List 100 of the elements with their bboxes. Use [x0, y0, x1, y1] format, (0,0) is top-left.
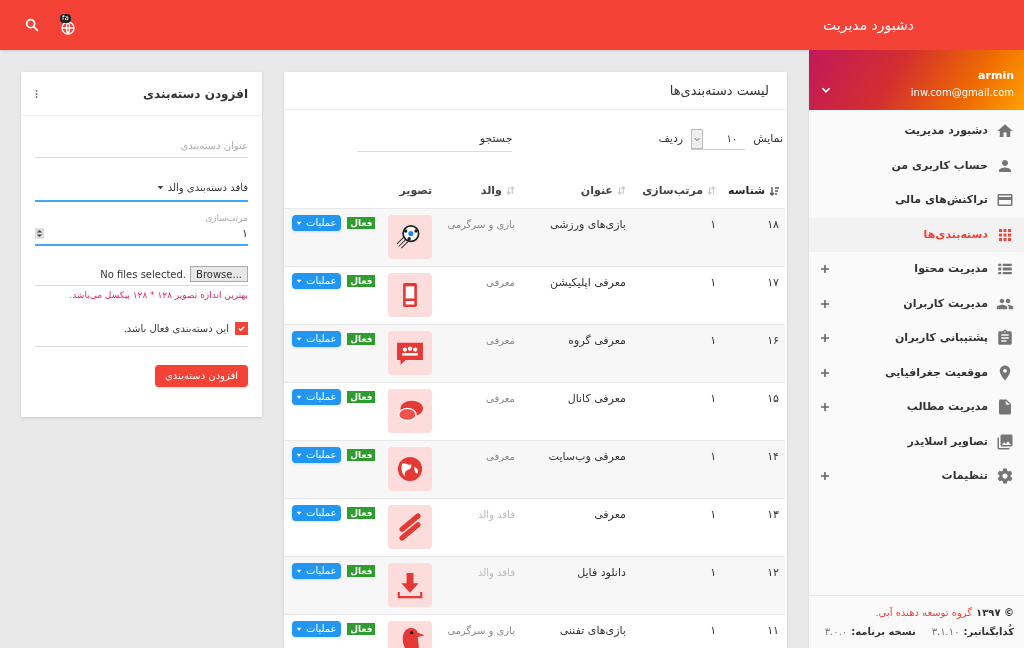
table-cell: معرفی — [438, 382, 521, 440]
table-cell: ۱۷ — [722, 266, 785, 324]
version-label: نسخه برنامه: — [851, 625, 916, 639]
card-title: افزودن دسته‌بندی — [143, 85, 248, 103]
card-title: لیست دسته‌بندی‌ها — [669, 81, 769, 100]
menu-item[interactable]: موقعیت جغرافیایی — [809, 355, 1024, 390]
table-cell: ۱۲ — [722, 556, 785, 614]
spinner-icon — [35, 228, 44, 240]
app-version: ۳.۰.۰ — [824, 625, 848, 639]
table-cell: معرفی کانال — [520, 382, 632, 440]
menu-item[interactable]: پشتیبانی کاربران — [809, 321, 1024, 356]
plus-icon[interactable] — [821, 265, 829, 274]
page-size-select[interactable]: ۱۰ — [691, 128, 746, 151]
coder-label: کُدایگناتیر: — [963, 624, 1014, 639]
settings-icon — [996, 467, 1014, 486]
table-cell: معرفی — [438, 440, 521, 498]
table-cell: معرفی — [438, 324, 521, 382]
table-cell: بازی‌های ورزشی — [520, 208, 632, 266]
add-category-button[interactable]: افزودن دسته‌بندی — [155, 364, 248, 387]
caret-icon — [296, 451, 302, 458]
search-icon[interactable] — [24, 17, 40, 33]
document-icon — [996, 398, 1014, 417]
status-badge: فعال — [347, 564, 376, 577]
status-badge: فعال — [347, 274, 376, 287]
plus-icon[interactable] — [821, 299, 829, 308]
status-badge: فعال — [347, 448, 376, 461]
caret-icon — [296, 277, 302, 284]
search-field[interactable]: جستجو — [357, 126, 513, 153]
menu-item[interactable]: حساب کاربری من — [809, 148, 1024, 183]
table-cell: معرفی اپلیکیشن — [520, 266, 632, 324]
plus-icon[interactable] — [821, 472, 829, 481]
copyright-text: © ۱۳۹۷ — [976, 606, 1014, 620]
caret-icon — [296, 335, 302, 342]
coder-version: ۳.۱.۱۰ — [931, 625, 960, 639]
company-link[interactable]: گروه توسعه دهنده آبی. — [875, 605, 973, 620]
active-label: این دسته‌بندی فعال باشد. — [123, 321, 229, 336]
column-header[interactable]: والد — [438, 174, 521, 208]
menu-item[interactable]: مدیریت کاربران — [809, 286, 1024, 321]
image-size-hint: بهترین اندازه تصویر ۱۲۸ * ۱۲۸ پیکسل می‌باشد. — [68, 289, 248, 302]
table-cell: معرفی وب‌سایت — [520, 440, 632, 498]
table-cell: ۱ — [631, 498, 723, 556]
status-badge: فعال — [347, 216, 376, 229]
plus-icon[interactable] — [821, 403, 829, 412]
status-badge: فعال — [347, 332, 376, 345]
table-cell: فاقد والد — [438, 556, 521, 614]
table-cell: بازی و سرگرمی — [438, 208, 521, 266]
no-file-text: No files selected. — [99, 267, 187, 282]
plus-icon[interactable] — [821, 368, 829, 377]
status-badge: فعال — [347, 506, 376, 519]
sort-icon — [707, 186, 717, 195]
show-label: نمایش — [753, 130, 783, 147]
caret-icon — [296, 567, 302, 574]
checkmark-icon — [237, 323, 246, 333]
sort-descending-icon — [769, 185, 779, 196]
table-cell: ۱۵ — [722, 382, 785, 440]
browse-button[interactable]: Browse... — [190, 266, 248, 282]
table-cell: ۱ — [631, 614, 723, 648]
photos-icon — [996, 432, 1014, 451]
table-cell: ۱ — [631, 556, 723, 614]
sort-icon — [505, 186, 515, 195]
app-title: دشبورد مدیریت — [823, 15, 914, 36]
table-cell: بازی‌های تفننی — [520, 614, 632, 648]
parent-select[interactable]: فاقد دسته‌بندی والد — [35, 174, 248, 202]
table-cell: معرفی گروه — [520, 324, 632, 382]
caret-icon — [296, 219, 302, 226]
menu-item[interactable]: دشبورد مدیریت — [809, 114, 1024, 149]
column-header[interactable]: عنوان — [520, 174, 632, 208]
table-cell: ۱۸ — [722, 208, 785, 266]
menu-item[interactable]: مدیریت محتوا — [809, 252, 1024, 287]
user-email: inw.com@gmail.com — [910, 85, 1014, 100]
table-cell: معرفی — [520, 498, 632, 556]
status-badge: فعال — [347, 390, 376, 403]
caret-icon — [296, 625, 302, 632]
table-cell: ۱۳ — [722, 498, 785, 556]
menu-item[interactable]: تصاویر اسلایدر — [809, 424, 1024, 459]
title-field[interactable]: عنوان دسته‌بندی — [35, 134, 248, 158]
table-cell: ۱ — [631, 208, 723, 266]
menu-item[interactable]: تراکنش‌های مالی — [809, 183, 1024, 218]
active-checkbox[interactable] — [235, 321, 248, 335]
table-cell: ۱ — [631, 324, 723, 382]
user-name: armin — [978, 68, 1014, 84]
table-cell: ۱ — [631, 440, 723, 498]
menu-item[interactable]: مدیریت مطالب — [809, 390, 1024, 425]
table-cell: ۱۱ — [722, 614, 785, 648]
caret-icon — [296, 393, 302, 400]
status-badge: فعال — [347, 622, 376, 635]
table-cell: بازی و سرگرمی — [438, 614, 521, 648]
caret-icon — [296, 509, 302, 516]
table-cell: معرفی — [438, 266, 521, 324]
rows-label: ردیف — [658, 130, 684, 147]
menu-item[interactable]: تنظیمات — [809, 459, 1024, 494]
sort-icon — [616, 186, 626, 195]
more-vertical-icon[interactable] — [35, 88, 38, 99]
order-field[interactable]: مرتب‌سازی ۱ — [35, 212, 248, 246]
plus-icon[interactable] — [821, 334, 829, 343]
column-header[interactable]: مرتب‌سازی — [631, 174, 723, 208]
column-header[interactable]: شناسه — [722, 174, 785, 208]
table-cell: دانلود فایل — [520, 556, 632, 614]
clipboard-icon — [996, 329, 1014, 348]
table-cell: ۱۶ — [722, 324, 785, 382]
